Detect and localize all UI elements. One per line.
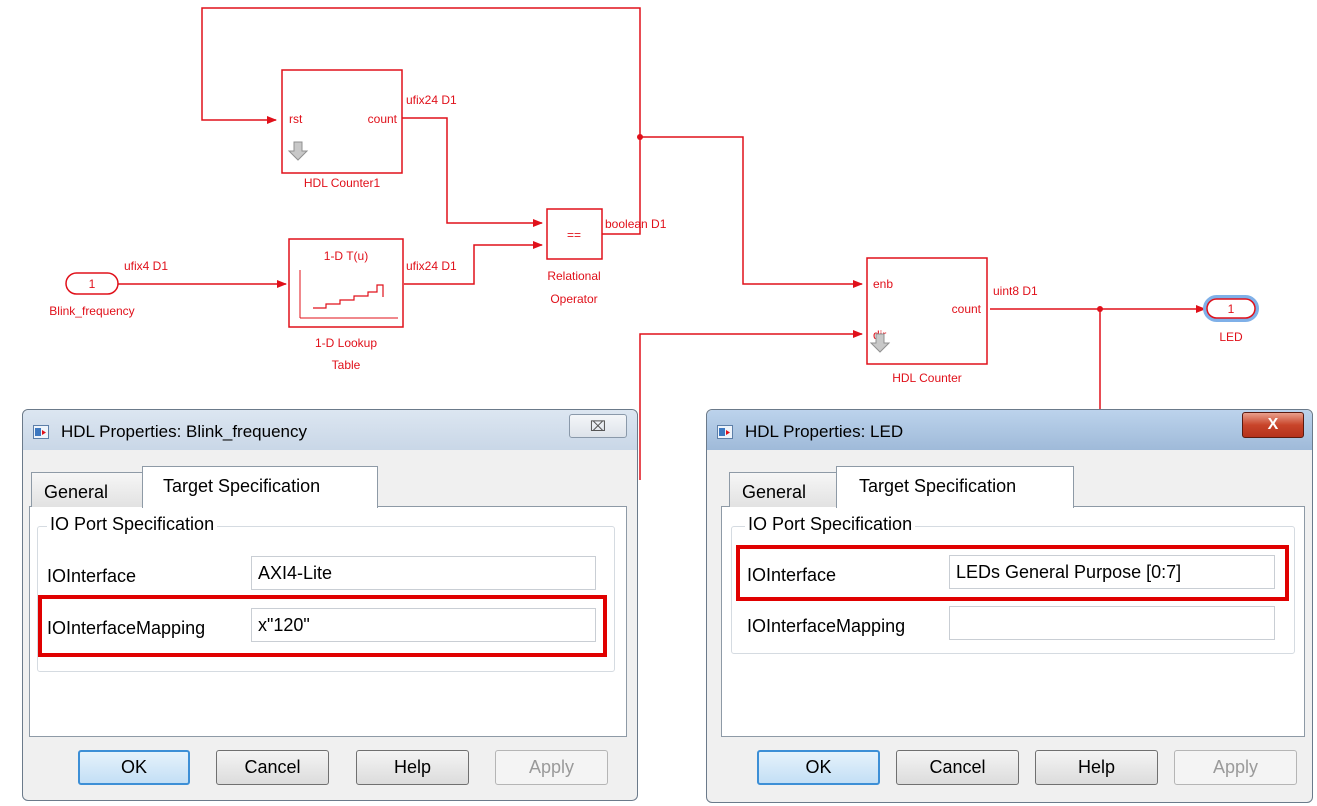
- io-interface-value: AXI4-Lite: [258, 563, 333, 583]
- group-title: IO Port Specification: [745, 514, 916, 535]
- cancel-button[interactable]: Cancel: [216, 750, 329, 785]
- operator-symbol: ==: [567, 228, 581, 242]
- block-name-relop-line2: Operator: [550, 292, 597, 306]
- tab-general[interactable]: General: [729, 472, 837, 507]
- lookup-table-block[interactable]: 1-D T(u): [288, 238, 404, 328]
- block-name-lut-line1: 1-D Lookup: [315, 336, 377, 350]
- cancel-label: Cancel: [244, 757, 301, 777]
- tab-label: Target Specification: [859, 476, 1017, 496]
- apply-label: Apply: [1212, 757, 1259, 777]
- hdl-properties-dialog-led: HDL Properties: LED X General Target Spe…: [706, 409, 1313, 803]
- highlight-box: [736, 545, 1289, 601]
- help-label: Help: [393, 757, 432, 777]
- port-label-rst: rst: [289, 112, 303, 126]
- io-interface-mapping-field[interactable]: [949, 606, 1275, 640]
- dialog-title-bar[interactable]: HDL Properties: Blink_frequency ⌧: [23, 410, 637, 450]
- block-name-relop-line1: Relational: [547, 269, 600, 283]
- inport-number: 1: [89, 277, 96, 291]
- io-interface-mapping-label: IOInterfaceMapping: [747, 616, 906, 636]
- hdl-counter1-block[interactable]: rst count: [281, 69, 403, 174]
- help-button[interactable]: Help: [356, 750, 469, 785]
- port-label-count: count: [952, 302, 982, 316]
- io-interface-label: IOInterface: [47, 566, 137, 586]
- signal-label: boolean D1: [605, 217, 667, 231]
- dialog-title: HDL Properties: Blink_frequency: [61, 422, 307, 441]
- ok-label: OK: [805, 757, 832, 777]
- app-icon: [33, 425, 49, 439]
- lookup-label: 1-D T(u): [324, 249, 368, 263]
- signal-line-counter1: [402, 117, 543, 227]
- help-button[interactable]: Help: [1035, 750, 1158, 785]
- signal-label: ufix24 D1: [406, 93, 457, 107]
- group-title: IO Port Specification: [47, 514, 218, 535]
- tab-target-specification[interactable]: Target Specification: [836, 466, 1074, 508]
- block-name-hdl-counter: HDL Counter: [892, 371, 962, 385]
- apply-button[interactable]: Apply: [1174, 750, 1297, 785]
- port-label-count: count: [368, 112, 398, 126]
- hdl-properties-dialog-blink-frequency: HDL Properties: Blink_frequency ⌧ Genera…: [22, 409, 638, 801]
- tab-target-specification[interactable]: Target Specification: [142, 466, 378, 508]
- app-icon: [717, 425, 733, 439]
- ok-button[interactable]: OK: [757, 750, 880, 785]
- outport-name: LED: [1219, 330, 1243, 344]
- inport-blink-frequency[interactable]: 1: [65, 272, 119, 295]
- close-icon: X: [1267, 416, 1279, 433]
- io-interface-field[interactable]: AXI4-Lite: [251, 556, 596, 590]
- inport-name: Blink_frequency: [49, 304, 134, 318]
- branch-point: [1097, 306, 1103, 312]
- apply-button[interactable]: Apply: [495, 750, 608, 785]
- apply-label: Apply: [528, 757, 575, 777]
- tab-label: General: [742, 482, 807, 502]
- dialog-title-bar[interactable]: HDL Properties: LED X: [707, 410, 1312, 450]
- highlight-box: [38, 595, 607, 657]
- tab-general[interactable]: General: [31, 472, 143, 507]
- ok-label: OK: [120, 757, 147, 777]
- cancel-button[interactable]: Cancel: [896, 750, 1019, 785]
- block-name-hdl-counter1: HDL Counter1: [304, 176, 381, 190]
- help-label: Help: [1077, 757, 1116, 777]
- tab-label: Target Specification: [163, 476, 321, 496]
- port-label-enb: enb: [873, 277, 893, 291]
- outport-led[interactable]: 1: [1203, 295, 1259, 322]
- tab-label: General: [44, 482, 109, 502]
- outport-number: 1: [1228, 302, 1235, 316]
- signal-label: ufix24 D1: [406, 259, 457, 273]
- signal-label: uint8 D1: [993, 284, 1038, 298]
- signal-line-enable: [640, 136, 863, 288]
- signal-label: ufix4 D1: [124, 259, 168, 273]
- hdl-counter-block[interactable]: enb dir count: [866, 257, 988, 365]
- branch-point: [637, 134, 643, 140]
- ok-button[interactable]: OK: [78, 750, 190, 785]
- block-name-lut-line2: Table: [332, 358, 361, 372]
- close-icon: ⌧: [589, 418, 607, 434]
- dialog-title: HDL Properties: LED: [745, 422, 904, 441]
- close-button[interactable]: ⌧: [569, 414, 627, 438]
- close-button[interactable]: X: [1242, 412, 1304, 438]
- relational-operator-block[interactable]: ==: [546, 208, 603, 260]
- cancel-label: Cancel: [929, 757, 986, 777]
